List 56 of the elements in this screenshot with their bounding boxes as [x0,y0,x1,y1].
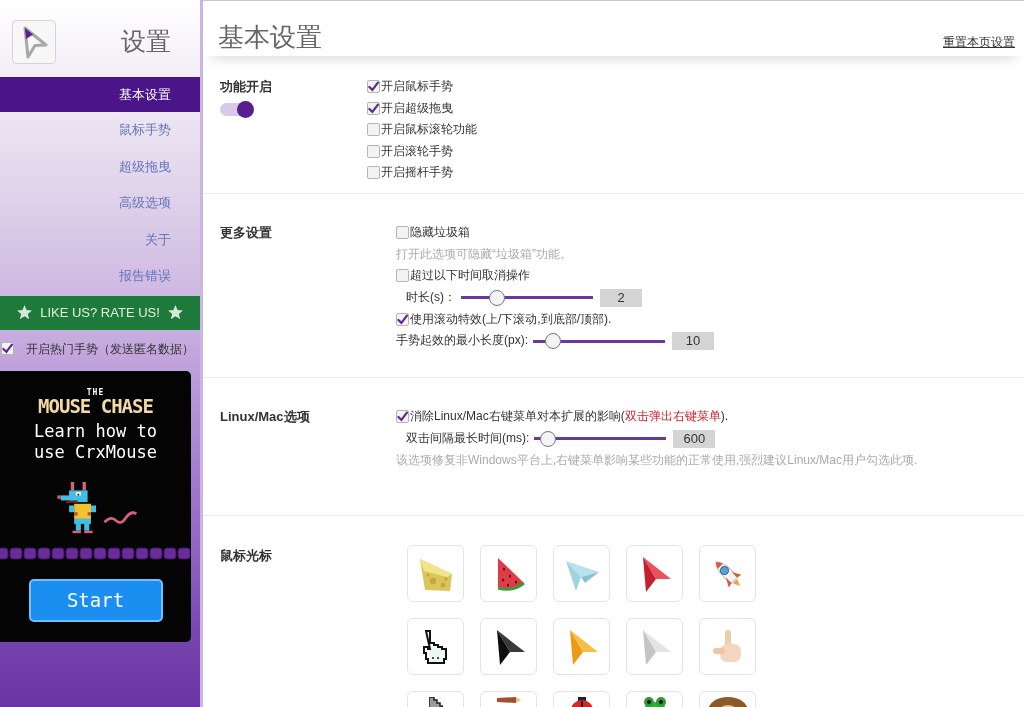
slider-thumb[interactable] [540,430,557,447]
nav-item[interactable]: 基本设置 [0,77,200,112]
slider-value: 2 [600,288,642,307]
checkbox-label[interactable]: 开启鼠标手势 [381,76,453,98]
rate-us-link[interactable]: LIKE US? RATE US! [0,295,200,330]
slider-label: 时长(s)： [406,288,456,306]
slider-label: 双击间隔最长时间(ms): [406,429,530,447]
slider-label: 手势起效的最小长度(px): [396,332,528,350]
checkbox[interactable] [396,226,409,240]
section-label: Linux/Mac选项 [220,408,311,426]
checkbox-label[interactable]: 消除Linux/Mac右键菜单对本扩展的影响(双击弹出右键菜单). [410,406,729,428]
page-title: 基本设置 [218,23,322,52]
checkbox-label[interactable]: 开启摇杆手势 [381,162,453,184]
section-label: 更多设置 [220,224,273,242]
checkbox-label[interactable]: 使用滚动特效(上/下滚动,到底部/顶部). [410,308,612,330]
checkbox[interactable] [396,410,409,424]
ad-logo-text: THE [86,387,105,397]
checkbox[interactable] [1,342,14,355]
cursor-logo-icon [12,20,56,64]
checkbox[interactable] [367,80,380,94]
hint-text: 该选项修复非Windows平台上,右键菜单影响某些功能的正常使用,强烈建议Linux/Mac用户勾选此项. [396,451,918,469]
checkbox-label[interactable]: 开启超级拖曳 [381,97,453,119]
checkbox[interactable] [367,101,380,115]
cursor-option[interactable] [480,618,537,675]
ladybug-icon [570,697,593,707]
section-label: 鼠标光标 [220,547,273,565]
monkey-icon [707,697,748,707]
checkbox-label[interactable]: 开启鼠标滚轮功能 [381,119,477,141]
sidebar-title: 设置 [121,29,171,54]
checkbox-label[interactable]: 超过以下时间取消操作 [410,265,530,287]
checkbox[interactable] [396,312,409,326]
checkbox-label[interactable]: 隐藏垃圾箱 [410,222,470,244]
frog-icon [643,697,666,707]
slider-value: 10 [672,332,714,350]
pixel-arrow-icon [428,697,443,707]
hint-text: 打开此选项可隐藏“垃圾箱”功能。 [396,245,573,263]
slider-value: 600 [673,429,716,448]
checkbox[interactable] [367,166,380,180]
ad-logo-text: MOUSE CHASE [38,396,153,415]
ad-text: Learn how to use CrxMouse [33,420,158,463]
star-icon [166,304,184,321]
nav-item[interactable]: 鼠标手势 [0,112,200,149]
star-icon [16,304,34,321]
checkbox-label[interactable]: 开启热门手势（发送匿名数据） [26,339,194,358]
checkbox[interactable] [396,269,409,283]
checkbox[interactable] [367,144,380,158]
checkbox-label[interactable]: 开启滚轮手势 [381,140,453,162]
section-label: 功能开启 [220,78,273,96]
slider-thumb[interactable] [544,333,561,349]
ad-banner[interactable]: THE MOUSE CHASE Learn how to use CrxMouse Start [0,370,191,642]
slider-thumb[interactable] [488,289,505,306]
reset-link[interactable]: 重置本页设置 [943,33,1015,51]
cursor-option[interactable] [407,618,464,675]
toggle-switch[interactable] [220,100,254,118]
checkbox[interactable] [367,123,380,137]
pencil-icon [496,697,521,703]
